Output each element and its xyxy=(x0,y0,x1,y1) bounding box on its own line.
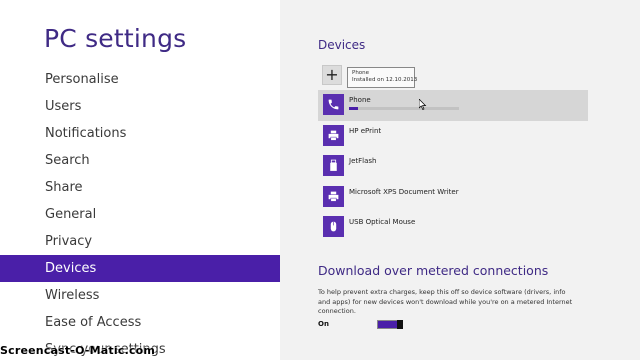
plus-icon: + xyxy=(325,65,339,84)
add-device-button[interactable]: + xyxy=(322,65,342,85)
device-name: Phone xyxy=(349,96,371,104)
device-item-hp-eprint[interactable]: HP ePrint xyxy=(318,121,588,152)
device-item-usb-mouse[interactable]: USB Optical Mouse xyxy=(318,212,588,243)
nav-item-users[interactable]: Users xyxy=(0,93,280,120)
nav-item-wireless[interactable]: Wireless xyxy=(0,282,280,309)
toggle-knob xyxy=(397,320,403,329)
left-pane: PC settings Personalise Users Notificati… xyxy=(0,0,280,360)
nav-item-notifications[interactable]: Notifications xyxy=(0,120,280,147)
page-title: PC settings xyxy=(44,24,187,53)
screencast-watermark: Screencast-O-Matic.com xyxy=(0,344,155,357)
devices-section-title: Devices xyxy=(318,38,366,52)
watermark-text: Screencast-O-Matic.com xyxy=(0,344,156,357)
mouse-icon xyxy=(323,216,344,237)
nav-item-general[interactable]: General xyxy=(0,201,280,228)
device-name: Microsoft XPS Document Writer xyxy=(349,187,459,196)
metered-description: To help prevent extra charges, keep this… xyxy=(318,288,573,315)
phone-icon xyxy=(323,94,344,115)
device-item-jetflash[interactable]: JetFlash xyxy=(318,151,588,182)
mouse-cursor-icon xyxy=(419,99,427,110)
tooltip-install-date: Installed on 12.10.2013 xyxy=(352,77,418,83)
install-progress-fill xyxy=(349,107,358,110)
nav-item-share[interactable]: Share xyxy=(0,174,280,201)
nav-item-search[interactable]: Search xyxy=(0,147,280,174)
device-list: Phone HP ePrint JetFlash Microsoft XPS D… xyxy=(318,90,588,243)
printer-icon xyxy=(323,124,344,146)
nav-item-ease-of-access[interactable]: Ease of Access xyxy=(0,309,280,336)
nav-list: Personalise Users Notifications Search S… xyxy=(0,66,280,360)
device-item-xps-writer[interactable]: Microsoft XPS Document Writer xyxy=(318,182,588,213)
nav-item-devices[interactable]: Devices xyxy=(0,255,280,282)
device-name: JetFlash xyxy=(349,157,377,165)
nav-item-privacy[interactable]: Privacy xyxy=(0,228,280,255)
device-name: HP ePrint xyxy=(349,126,382,135)
device-tooltip: Phone Installed on 12.10.2013 xyxy=(347,67,418,88)
printer-icon xyxy=(323,185,344,207)
right-pane: Devices + Phone Installed on 12.10.2013 … xyxy=(280,0,640,360)
usb-drive-icon xyxy=(323,155,344,176)
device-name: USB Optical Mouse xyxy=(349,218,416,226)
install-progress-bar xyxy=(349,107,459,110)
tooltip-device-name: Phone xyxy=(352,70,370,76)
device-item-phone[interactable]: Phone xyxy=(318,90,588,121)
metered-toggle-label: On xyxy=(318,320,329,328)
nav-item-personalise[interactable]: Personalise xyxy=(0,66,280,93)
metered-section-title: Download over metered connections xyxy=(318,263,549,278)
metered-toggle[interactable] xyxy=(377,320,403,329)
